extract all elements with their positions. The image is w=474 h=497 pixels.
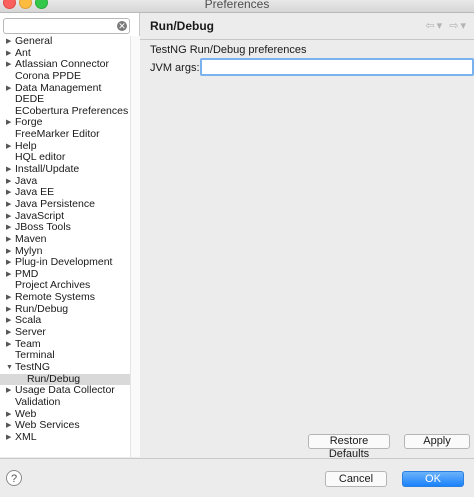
back-arrow-icon[interactable]: ⇦ xyxy=(425,20,436,32)
collapsed-arrow-icon[interactable]: ▶ xyxy=(6,59,14,71)
collapsed-arrow-icon[interactable]: ▶ xyxy=(6,83,14,95)
apply-button[interactable]: Apply xyxy=(404,434,470,449)
window-title: Preferences xyxy=(204,0,270,11)
collapsed-arrow-icon[interactable]: ▶ xyxy=(6,117,14,129)
collapsed-arrow-icon[interactable]: ▶ xyxy=(6,385,14,397)
tree-item-label: TestNG xyxy=(15,360,51,373)
tree-item-label: Java Persistence xyxy=(15,197,95,210)
jvm-args-input[interactable] xyxy=(200,58,474,76)
tree-item-label: Server xyxy=(15,326,46,339)
page-description: TestNG Run/Debug preferences xyxy=(150,44,307,56)
help-icon[interactable]: ? xyxy=(6,470,22,486)
collapsed-arrow-icon[interactable]: ▶ xyxy=(6,36,14,48)
preferences-tree-pane: ✕ ▶ General ▶ Ant ▶ Atlassian Connector Corona… xyxy=(0,13,140,457)
collapsed-arrow-icon[interactable]: ▶ xyxy=(6,164,14,176)
collapsed-arrow-icon[interactable]: ▶ xyxy=(6,176,14,188)
tree-item[interactable]: ▼ TestNG xyxy=(0,360,139,374)
preferences-tree: ▶ General ▶ Ant ▶ Atlassian Connector Corona P… xyxy=(0,35,139,444)
tree-item-label: General xyxy=(15,35,53,47)
tree-item-label: Validation xyxy=(15,395,61,408)
collapsed-arrow-icon[interactable]: ▶ xyxy=(6,339,14,351)
cancel-button[interactable]: Cancel xyxy=(325,471,387,487)
dropdown-arrow-icon[interactable]: ▾ xyxy=(460,20,468,32)
collapsed-arrow-icon[interactable]: ▶ xyxy=(6,315,14,327)
tree-item[interactable]: ▶ Java Persistence xyxy=(0,197,139,211)
preference-page: Run/Debug ⇦▾ ⇨▾ TestNG Run/Debug prefere… xyxy=(140,13,474,460)
tree-item-label: Corona PPDE xyxy=(15,69,81,82)
collapsed-arrow-icon[interactable]: ▶ xyxy=(6,234,14,246)
collapsed-arrow-icon[interactable]: ▶ xyxy=(6,409,14,421)
collapsed-arrow-icon[interactable]: ▶ xyxy=(6,420,14,432)
forward-arrow-icon[interactable]: ⇨ xyxy=(449,20,460,32)
title-bar: Preferences xyxy=(0,0,474,13)
tree-item[interactable]: Validation xyxy=(0,395,139,409)
collapsed-arrow-icon[interactable]: ▶ xyxy=(6,48,14,60)
expanded-arrow-icon[interactable]: ▼ xyxy=(6,362,14,374)
tree-item[interactable]: ▶ XML xyxy=(0,430,139,444)
page-title: Run/Debug xyxy=(150,19,214,33)
collapsed-arrow-icon[interactable]: ▶ xyxy=(6,199,14,211)
tree-item[interactable]: ▶ Server xyxy=(0,326,139,339)
tree-item[interactable]: Corona PPDE xyxy=(0,69,139,83)
collapsed-arrow-icon[interactable]: ▶ xyxy=(6,222,14,234)
dialog-button-bar: ? Cancel OK xyxy=(0,458,474,497)
collapsed-arrow-icon[interactable]: ▶ xyxy=(6,257,14,269)
clear-filter-icon[interactable]: ✕ xyxy=(117,21,127,31)
collapsed-arrow-icon[interactable]: ▶ xyxy=(6,304,14,316)
restore-defaults-button[interactable]: Restore Defaults xyxy=(308,434,390,460)
collapsed-arrow-icon[interactable]: ▶ xyxy=(6,141,14,153)
dropdown-arrow-icon[interactable]: ▾ xyxy=(437,20,445,32)
filter-input[interactable] xyxy=(3,18,130,34)
tree-item-label: Maven xyxy=(15,232,47,245)
jvm-args-label: JVM args: xyxy=(150,62,200,74)
tree-item[interactable]: ▶ Remote Systems xyxy=(0,291,139,304)
header-divider xyxy=(140,39,474,40)
tree-item[interactable]: ▶ Maven xyxy=(0,232,139,246)
collapsed-arrow-icon[interactable]: ▶ xyxy=(6,187,14,199)
tree-item-label: Install/Update xyxy=(15,163,80,176)
collapsed-arrow-icon[interactable]: ▶ xyxy=(6,246,14,258)
tree-item[interactable]: ▶ Install/Update xyxy=(0,163,139,176)
history-nav: ⇦▾ ⇨▾ xyxy=(425,19,468,32)
collapsed-arrow-icon[interactable]: ▶ xyxy=(6,269,14,281)
collapsed-arrow-icon[interactable]: ▶ xyxy=(6,211,14,223)
tree-item-label: Remote Systems xyxy=(15,291,95,304)
ok-button[interactable]: OK xyxy=(402,471,464,487)
collapsed-arrow-icon[interactable]: ▶ xyxy=(6,327,14,339)
collapsed-arrow-icon[interactable]: ▶ xyxy=(6,432,14,444)
collapsed-arrow-icon[interactable]: ▶ xyxy=(6,292,14,304)
tree-scrollbar[interactable] xyxy=(130,36,140,457)
tree-item-label: XML xyxy=(15,430,37,443)
tree-item[interactable]: ▶ General xyxy=(0,35,139,48)
